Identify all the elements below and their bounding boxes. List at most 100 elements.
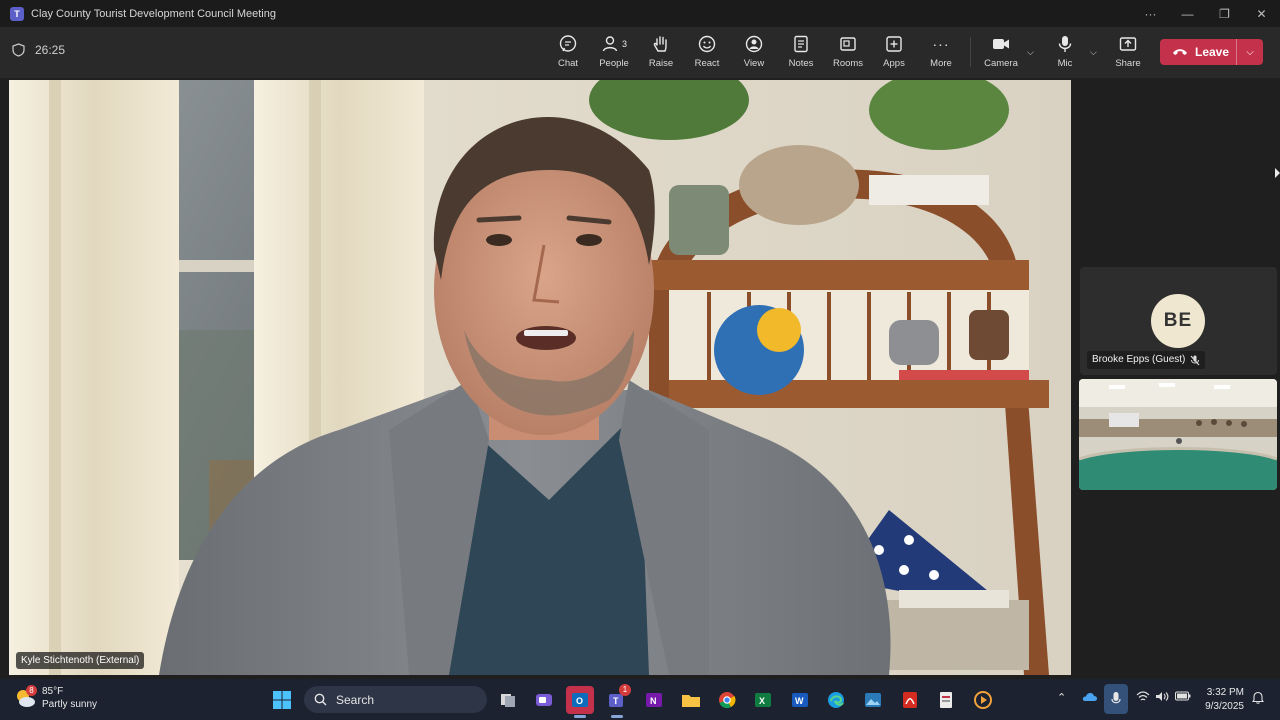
people-count: 3 (621, 39, 627, 49)
camera-button[interactable]: Camera (978, 33, 1024, 75)
view-label: View (743, 58, 765, 69)
taskbar-app-outlook[interactable]: O (566, 686, 594, 714)
title-bar: T Clay County Tourist Development Counci… (0, 0, 1280, 27)
taskbar-app-excel[interactable]: X (749, 686, 777, 714)
mic-button[interactable]: Mic (1042, 33, 1088, 75)
taskbar-app-word[interactable]: W (786, 686, 814, 714)
show-hidden-icons-chevron-icon[interactable]: ⌃ (1057, 691, 1066, 704)
mic-muted-icon (1190, 355, 1200, 365)
taskbar-clock[interactable]: 3:32 PM 9/3/2025 (1196, 686, 1244, 714)
react-label: React (694, 58, 720, 69)
people-label: People (599, 58, 629, 69)
leave-button[interactable]: Leave (1160, 39, 1236, 65)
battery-icon[interactable] (1175, 691, 1191, 704)
taskbar-app-document[interactable] (932, 686, 960, 714)
excel-icon: X (755, 693, 771, 707)
people-button[interactable]: 3 People (591, 33, 637, 75)
microphone-in-use-icon[interactable] (1104, 684, 1128, 714)
taskbar-app-edge[interactable] (822, 686, 850, 714)
svg-text:W: W (795, 696, 804, 706)
taskbar-app-media-player[interactable] (969, 686, 997, 714)
main-speaker-video[interactable] (9, 80, 1071, 675)
task-view-button[interactable] (494, 686, 522, 714)
chrome-icon (719, 692, 736, 709)
svg-text:O: O (576, 696, 583, 706)
meeting-toolbar: 26:25 Chat 3 People Raise React View Not… (0, 27, 1280, 78)
teams-badge: 1 (619, 684, 631, 696)
window-title: Clay County Tourist Development Council … (31, 7, 276, 20)
svg-text:N: N (650, 696, 657, 706)
pdf-icon (903, 692, 917, 708)
weather-badge: 8 (26, 685, 37, 696)
taskbar-app-acrobat[interactable] (896, 686, 924, 714)
taskbar-app-teams[interactable]: T 1 (603, 684, 631, 714)
search-label: Search (336, 692, 375, 707)
conference-room-video-tile[interactable] (1079, 379, 1277, 490)
notes-button[interactable]: Notes (778, 33, 824, 75)
weather-condition: Partly sunny (42, 699, 98, 710)
video-meeting-icon (536, 694, 552, 706)
mic-options-chevron-icon[interactable]: ⌵ (1090, 47, 1097, 58)
taskbar-app-onenote[interactable]: N (640, 686, 668, 714)
more-icon: ··· (932, 36, 950, 52)
windows-start-button[interactable] (268, 686, 296, 714)
leave-options-chevron-icon[interactable]: ⌵ (1237, 47, 1263, 58)
restore-button[interactable]: ❐ (1206, 0, 1243, 27)
panel-expand-caret-icon[interactable] (1275, 168, 1280, 178)
play-icon (974, 691, 992, 709)
weather-widget[interactable]: 8 85°F Partly sunny (14, 685, 97, 711)
taskbar-app-meet[interactable] (530, 686, 558, 714)
share-label: Share (1115, 58, 1141, 69)
teams-app-icon: T (10, 6, 24, 21)
taskbar-app-photos[interactable] (859, 686, 887, 714)
meeting-timer: 26:25 (12, 43, 65, 57)
rooms-button[interactable]: Rooms (825, 33, 871, 75)
teams-active-indicator (611, 715, 623, 718)
camera-options-chevron-icon[interactable]: ⌵ (1027, 47, 1034, 58)
search-icon (314, 693, 327, 706)
onenote-icon: N (646, 693, 662, 707)
apps-button[interactable]: Apps (871, 33, 917, 75)
view-icon (745, 35, 763, 53)
weather-temp: 85°F (42, 686, 64, 697)
timer-text: 26:25 (35, 43, 66, 57)
video-frame-illustration (9, 80, 1071, 675)
shield-icon (12, 43, 25, 57)
share-icon (1119, 37, 1137, 51)
onedrive-cloud-icon[interactable] (1082, 691, 1098, 705)
participants-panel (1071, 78, 1280, 675)
taskbar-search-box[interactable]: Search (304, 686, 487, 713)
windows-logo-icon (273, 691, 291, 709)
leave-button-group: Leave ⌵ (1160, 39, 1263, 65)
react-button[interactable]: React (684, 33, 730, 75)
avatar: BE (1151, 294, 1205, 348)
notes-label: Notes (788, 58, 814, 69)
taskbar-app-file-explorer[interactable] (677, 686, 705, 714)
raise-label: Raise (648, 58, 674, 69)
close-button[interactable]: ✕ (1243, 0, 1280, 27)
more-button[interactable]: ··· More (918, 33, 964, 75)
participant-name: Brooke Epps (Guest) (1092, 354, 1186, 365)
share-button[interactable]: Share (1105, 33, 1151, 75)
minimize-button[interactable]: — (1169, 0, 1206, 27)
more-label: More (930, 58, 952, 69)
view-button[interactable]: View (731, 33, 777, 75)
room-video-illustration (1079, 379, 1277, 490)
leave-label: Leave (1195, 45, 1230, 59)
task-view-icon (501, 694, 515, 707)
taskbar-app-chrome[interactable] (713, 686, 741, 714)
svg-text:T: T (613, 696, 619, 706)
notification-bell-icon[interactable] (1251, 691, 1265, 707)
people-icon (602, 36, 618, 52)
partly-sunny-icon: 8 (14, 685, 37, 709)
raise-hand-button[interactable]: Raise (638, 33, 684, 75)
wifi-icon[interactable] (1136, 691, 1150, 705)
volume-icon[interactable] (1155, 691, 1169, 705)
edge-icon (828, 692, 844, 708)
folder-icon (682, 695, 700, 707)
chat-icon (559, 35, 577, 52)
smiley-icon (698, 35, 716, 53)
mic-label: Mic (1057, 58, 1073, 69)
chat-button[interactable]: Chat (545, 33, 591, 75)
more-options-icon[interactable]: ··· (1132, 0, 1169, 27)
